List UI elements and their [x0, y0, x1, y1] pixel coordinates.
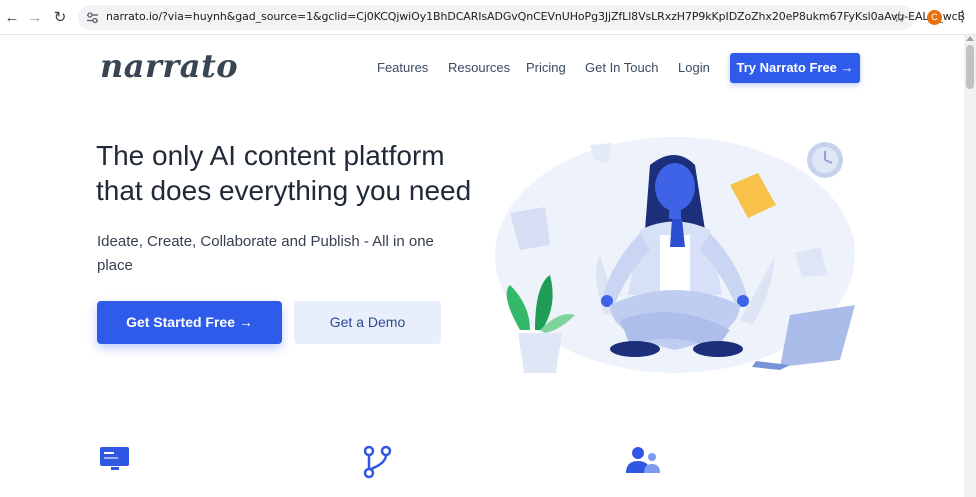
page-content: narrato Features Resources Pricing Get I…	[0, 35, 964, 497]
browser-toolbar: ← → ↻ narrato.io/?via=huynh&gad_source=1…	[0, 0, 976, 35]
workflow-icon	[363, 445, 392, 479]
team-icon	[626, 447, 660, 473]
clock-icon	[807, 142, 843, 178]
forward-icon[interactable]: →	[25, 8, 45, 28]
reload-icon[interactable]: ↻	[50, 8, 70, 28]
get-started-button[interactable]: Get Started Free →	[97, 301, 282, 344]
nav-pricing[interactable]: Pricing	[526, 60, 566, 75]
nav-get-in-touch[interactable]: Get In Touch	[585, 60, 658, 75]
monitor-icon	[100, 447, 129, 470]
page-scrollbar[interactable]	[964, 35, 976, 497]
nav-resources[interactable]: Resources	[448, 60, 510, 75]
meditation-illustration	[495, 137, 855, 373]
nav-features[interactable]: Features	[377, 60, 428, 75]
try-free-button[interactable]: Try Narrato Free →	[730, 53, 860, 83]
hero-title: The only AI content platform that does e…	[96, 138, 496, 208]
hero-title-line-2: that does everything you need	[96, 175, 472, 206]
hero-subtitle: Ideate, Create, Collaborate and Publish …	[97, 233, 434, 274]
scroll-thumb[interactable]	[966, 45, 974, 89]
get-demo-button[interactable]: Get a Demo	[294, 301, 441, 344]
narrato-logo[interactable]: narrato	[100, 47, 238, 85]
url-text[interactable]: narrato.io/?via=huynh&gad_source=1&gclid…	[106, 10, 965, 23]
hero-title-line-1: The only AI content platform	[96, 140, 445, 171]
profile-avatar[interactable]: C	[927, 10, 942, 25]
bookmark-star-icon[interactable]: ☆	[893, 8, 906, 26]
address-bar[interactable]: narrato.io/?via=huynh&gad_source=1&gclid…	[78, 5, 965, 30]
browser-menu-icon[interactable]: ⋮	[955, 8, 970, 26]
back-icon[interactable]: ←	[2, 8, 22, 28]
scroll-up-arrow-icon[interactable]	[966, 36, 974, 41]
nav-login[interactable]: Login	[678, 60, 710, 75]
site-settings-icon[interactable]	[86, 11, 99, 24]
